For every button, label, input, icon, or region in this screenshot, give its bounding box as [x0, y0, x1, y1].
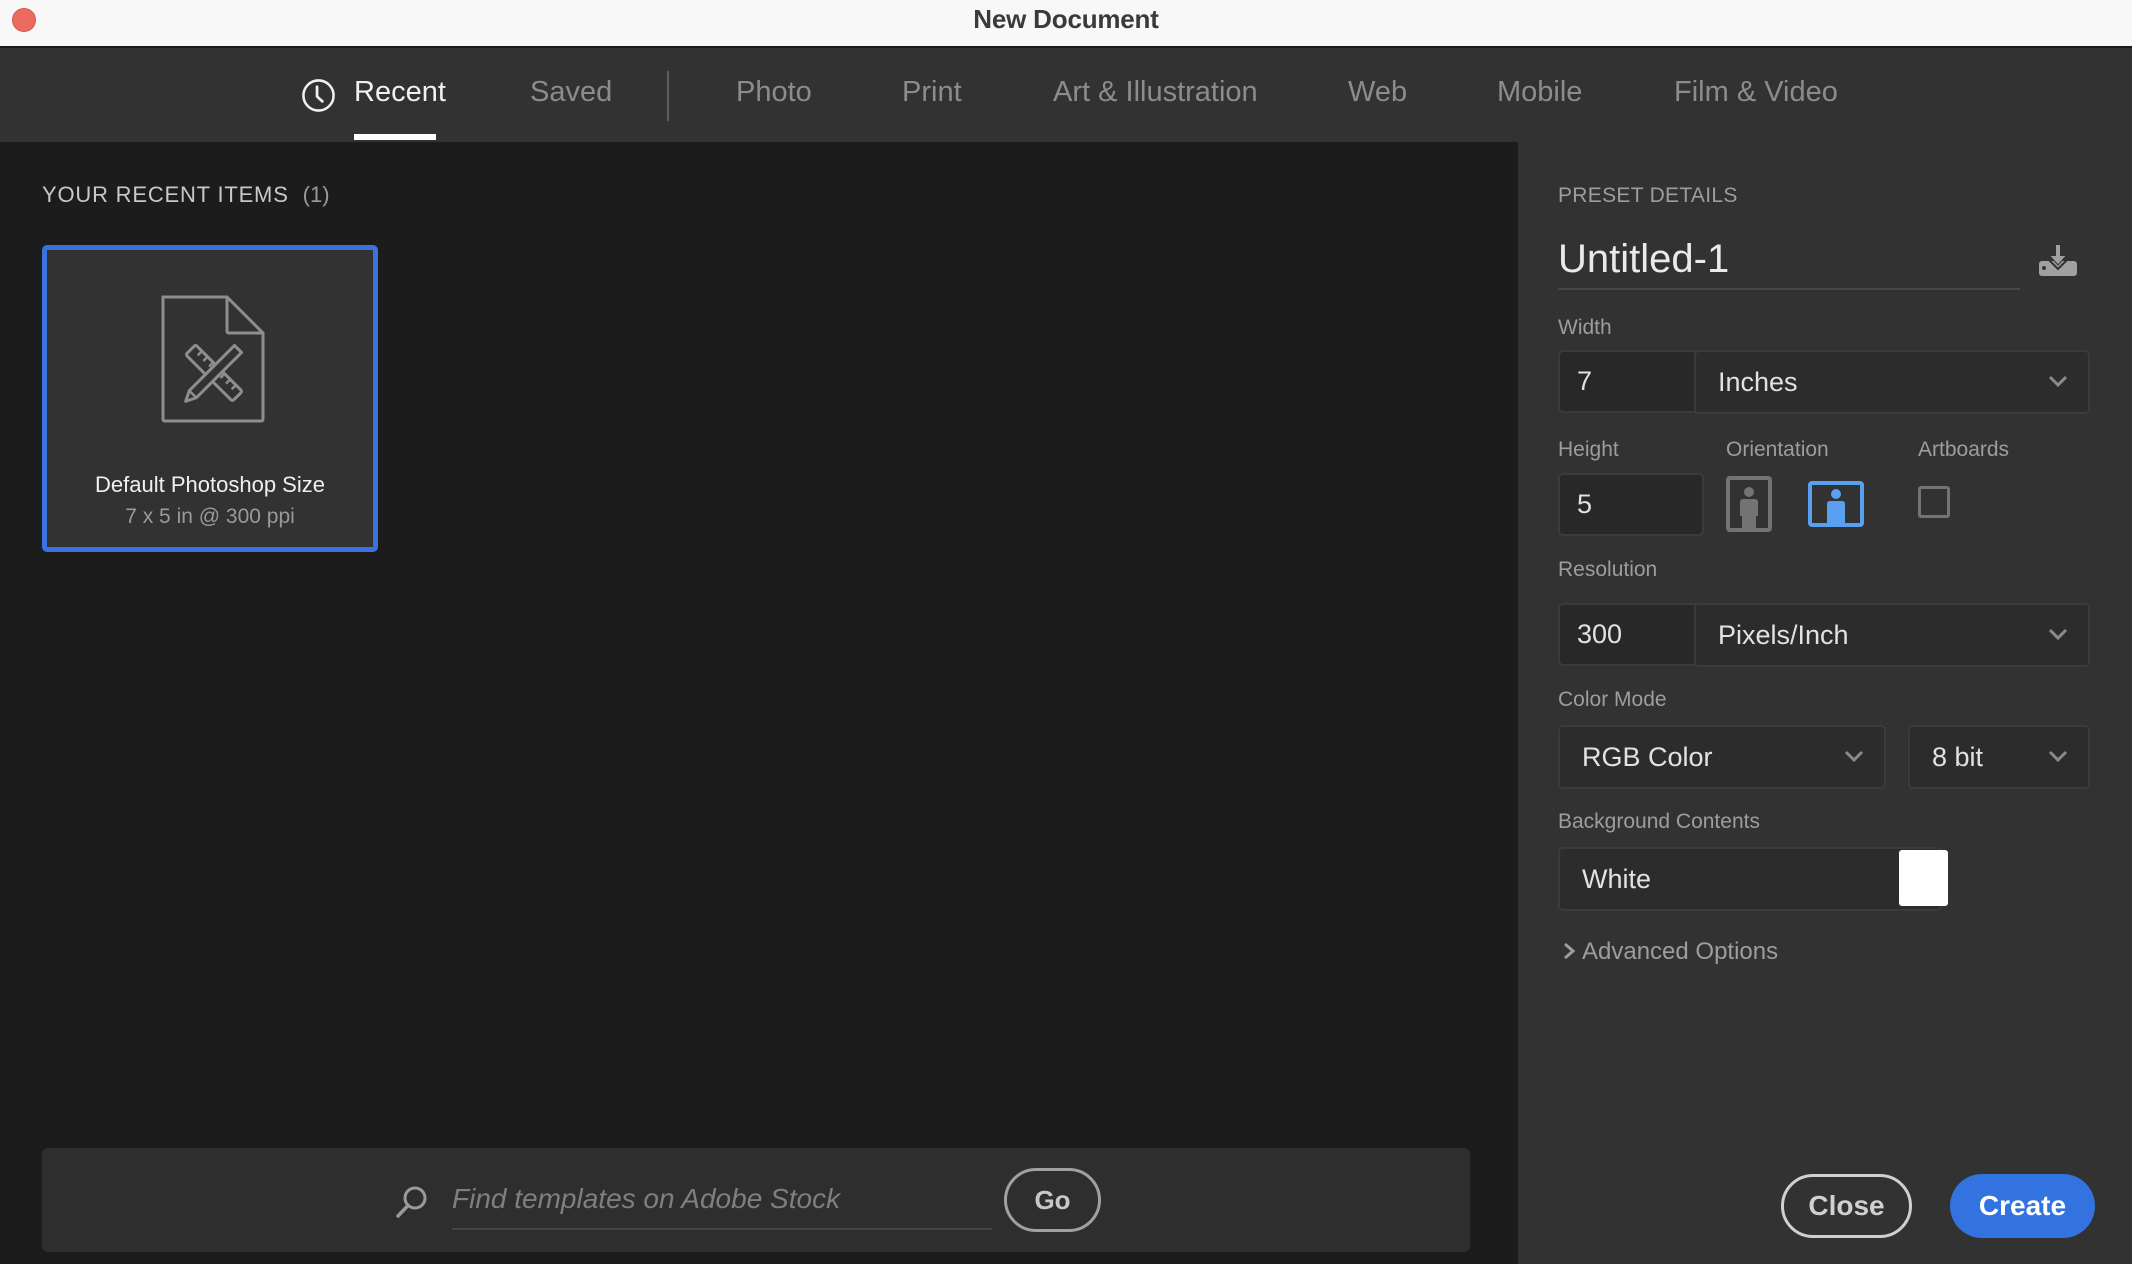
preset-details-panel: PRESET DETAILS Untitled-1 Width 7 Inches… — [1518, 142, 2132, 1264]
chevron-down-icon — [2048, 628, 2068, 641]
clock-icon — [302, 79, 335, 112]
background-color-swatch[interactable] — [1899, 850, 1948, 906]
color-mode-select[interactable]: RGB Color — [1558, 725, 1886, 789]
width-input[interactable]: 7 — [1558, 350, 1704, 413]
tab-saved[interactable]: Saved — [530, 76, 612, 109]
tab-divider — [667, 71, 669, 121]
width-unit-select[interactable]: Inches — [1694, 350, 2090, 414]
background-contents-label: Background Contents — [1558, 810, 1760, 833]
advanced-options-toggle[interactable]: Advanced Options — [1562, 938, 1778, 966]
document-ruler-pencil-icon — [161, 295, 265, 423]
document-name-input[interactable]: Untitled-1 — [1558, 234, 2020, 290]
stock-search-input[interactable] — [452, 1170, 992, 1230]
search-icon — [396, 1186, 427, 1218]
width-label: Width — [1558, 316, 1612, 339]
resolution-input[interactable]: 300 — [1558, 603, 1704, 666]
active-tab-indicator — [354, 134, 436, 140]
create-button[interactable]: Create — [1950, 1174, 2095, 1238]
advanced-options-label: Advanced Options — [1582, 938, 1779, 965]
orientation-label: Orientation — [1726, 438, 1829, 461]
tab-print[interactable]: Print — [902, 76, 962, 109]
background-contents-value: White — [1582, 864, 1652, 894]
window-titlebar: New Document — [0, 0, 2132, 48]
tab-web[interactable]: Web — [1348, 76, 1407, 109]
bit-depth-value: 8 bit — [1932, 742, 1984, 772]
preset-details-heading: PRESET DETAILS — [1558, 184, 1738, 207]
chevron-down-icon — [1844, 750, 1864, 763]
recent-item-subtitle: 7 x 5 in @ 300 ppi — [125, 505, 295, 528]
tab-photo[interactable]: Photo — [736, 76, 812, 109]
chevron-right-icon — [1564, 942, 1576, 960]
recent-item-card[interactable]: Default Photoshop Size 7 x 5 in @ 300 pp… — [42, 245, 378, 552]
chevron-down-icon — [2048, 375, 2068, 388]
height-label: Height — [1558, 438, 1619, 461]
color-mode-value: RGB Color — [1582, 742, 1713, 772]
tab-art-illustration[interactable]: Art & Illustration — [1053, 76, 1258, 109]
color-mode-label: Color Mode — [1558, 688, 1667, 711]
window-title: New Document — [973, 4, 1159, 34]
stock-search-bar: Go — [42, 1148, 1470, 1252]
recent-items-label: YOUR RECENT ITEMS — [42, 182, 289, 207]
save-preset-icon[interactable] — [2038, 244, 2078, 278]
resolution-unit-select[interactable]: Pixels/Inch — [1694, 603, 2090, 667]
tab-mobile[interactable]: Mobile — [1497, 76, 1582, 109]
close-button[interactable]: Close — [1781, 1174, 1912, 1238]
artboards-checkbox[interactable] — [1918, 486, 1950, 518]
tab-film-video[interactable]: Film & Video — [1674, 76, 1838, 109]
tab-recent[interactable]: Recent — [354, 76, 446, 109]
recent-item-title: Default Photoshop Size — [95, 472, 325, 497]
background-contents-select[interactable]: White — [1558, 847, 1942, 911]
chevron-down-icon — [2048, 750, 2068, 763]
width-unit-value: Inches — [1718, 367, 1798, 397]
resolution-unit-value: Pixels/Inch — [1718, 620, 1849, 650]
resolution-label: Resolution — [1558, 558, 1658, 581]
portrait-orientation-icon[interactable] — [1726, 476, 1772, 532]
height-input[interactable]: 5 — [1558, 473, 1704, 536]
landscape-orientation-icon[interactable] — [1808, 481, 1864, 527]
category-tabs: Recent Saved Photo Print Art & Illustrat… — [0, 48, 2132, 142]
go-button[interactable]: Go — [1004, 1168, 1101, 1232]
bit-depth-select[interactable]: 8 bit — [1908, 725, 2090, 789]
artboards-label: Artboards — [1918, 438, 2010, 461]
recent-items-heading: YOUR RECENT ITEMS (1) — [42, 182, 330, 208]
recent-items-count: (1) — [302, 182, 330, 207]
